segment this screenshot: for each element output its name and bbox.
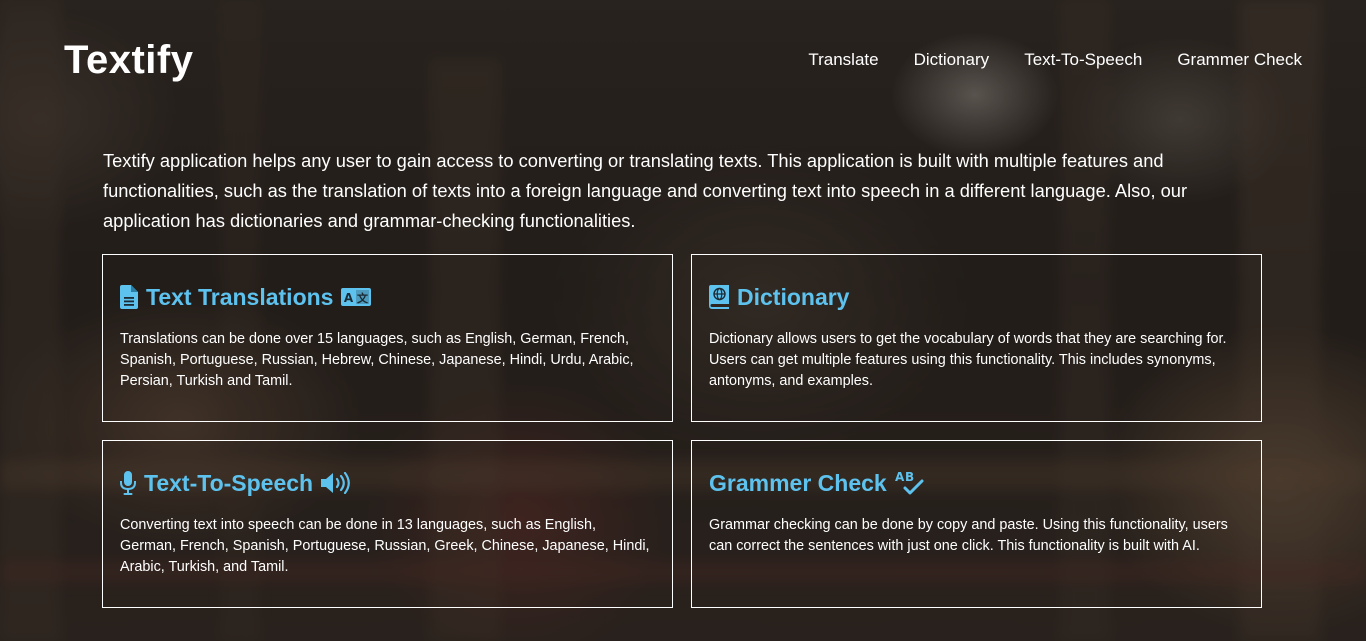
translate-icon: A 文: [341, 288, 372, 306]
card-title-row: Text-To-Speech: [120, 467, 655, 499]
page: Textify Translate Dictionary Text-To-Spe…: [0, 0, 1366, 641]
main-nav: Translate Dictionary Text-To-Speech Gram…: [808, 50, 1302, 70]
svg-text:B: B: [905, 470, 914, 484]
spellcheck-icon: A B: [895, 470, 924, 495]
nav-text-to-speech[interactable]: Text-To-Speech: [1024, 50, 1142, 70]
intro-paragraph: Textify application helps any user to ga…: [103, 150, 1188, 231]
nav-dictionary[interactable]: Dictionary: [914, 50, 990, 70]
card-title-row: Grammer Check A B: [709, 467, 1244, 499]
book-globe-icon: [709, 285, 729, 309]
svg-text:A: A: [895, 470, 905, 484]
card-text-translations: Text Translations A 文 Translations can b…: [102, 254, 673, 422]
card-text: Grammar checking can be done by copy and…: [709, 517, 1228, 554]
card-title: Grammer Check: [709, 469, 887, 496]
card-title: Text-To-Speech: [144, 469, 314, 496]
card-text: Converting text into speech can be done …: [120, 517, 650, 575]
nav-grammer-check[interactable]: Grammer Check: [1177, 50, 1302, 70]
microphone-icon: [120, 471, 136, 495]
speaker-icon: [321, 472, 350, 494]
card-title: Text Translations: [146, 283, 334, 310]
card-text: Dictionary allows users to get the vocab…: [709, 331, 1227, 389]
app-logo[interactable]: Textify: [64, 38, 193, 83]
nav-translate[interactable]: Translate: [808, 50, 878, 70]
card-title: Dictionary: [737, 283, 850, 310]
svg-text:A: A: [344, 291, 354, 305]
svg-text:文: 文: [357, 291, 369, 305]
card-text-to-speech: Text-To-Speech Converting text into spee…: [102, 440, 673, 608]
card-grammer-check: Grammer Check A B Grammar checking can b…: [691, 440, 1262, 608]
card-text: Translations can be done over 15 languag…: [120, 331, 634, 389]
document-icon: [120, 285, 138, 309]
card-dictionary: Dictionary Dictionary allows users to ge…: [691, 254, 1262, 422]
card-title-row: Text Translations A 文: [120, 281, 655, 313]
card-title-row: Dictionary: [709, 281, 1244, 313]
